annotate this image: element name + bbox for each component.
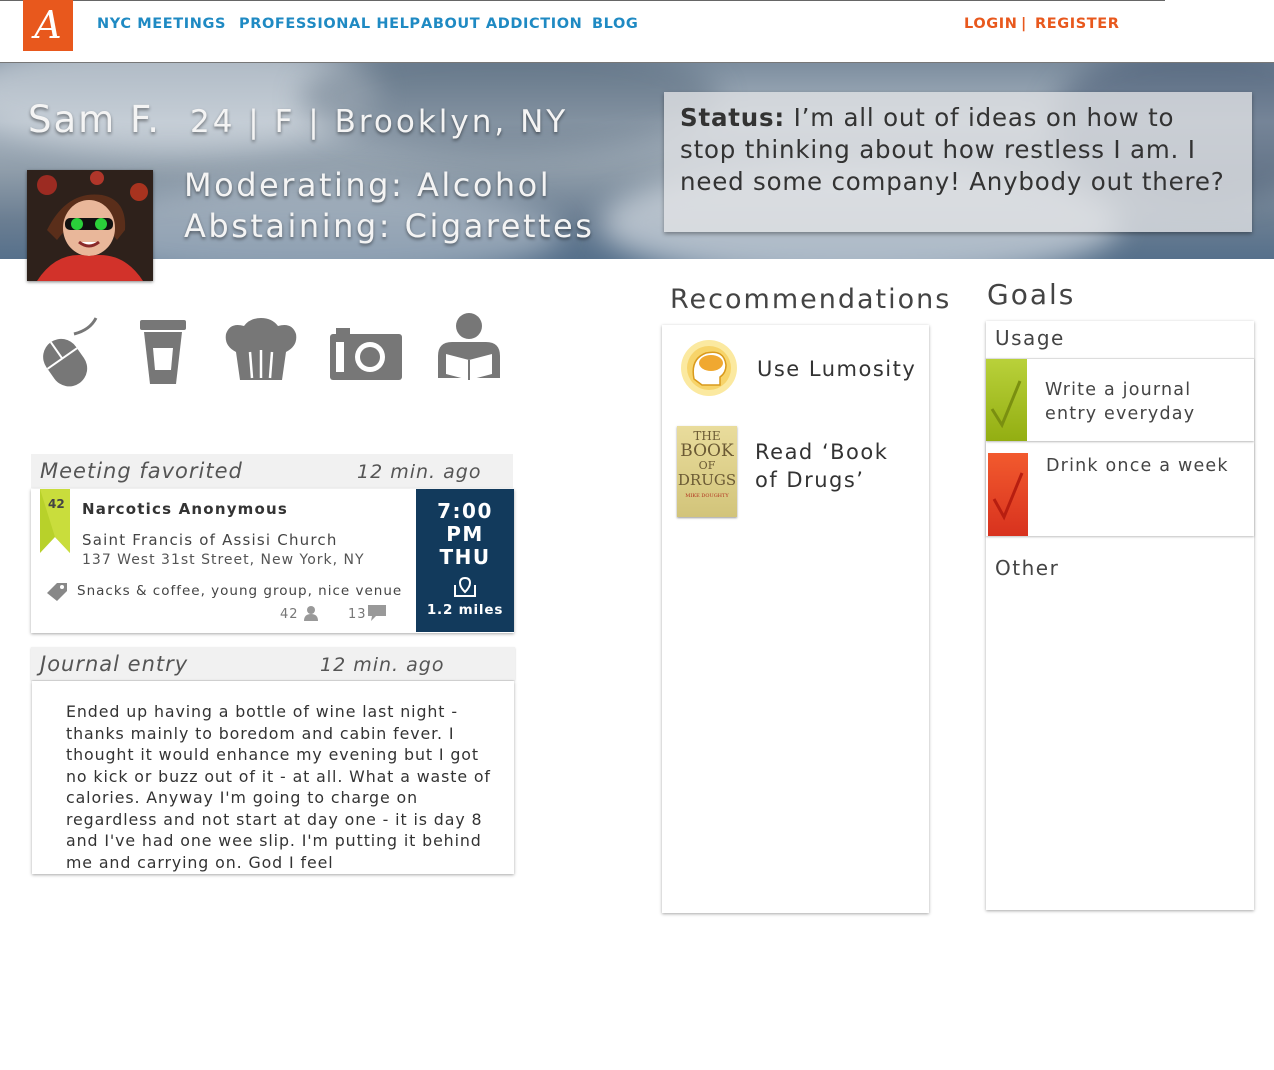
journal-card-time-ago: 12 min. ago: [320, 654, 445, 676]
top-border: [0, 0, 1165, 1]
person-icon: [303, 605, 319, 625]
camera-icon: [330, 328, 402, 386]
profile-name: Sam F.: [28, 98, 162, 141]
journal-card-title: Journal entry: [40, 652, 189, 676]
goal-status-done: [986, 359, 1027, 441]
checkmark-icon: [990, 380, 1022, 429]
goal-item-journal[interactable]: Write a journal entry everyday: [986, 358, 1254, 441]
goal-journal-label: Write a journal entry everyday: [1045, 380, 1196, 424]
journal-entry-text: Ended up having a bottle of wine last ni…: [66, 702, 491, 872]
tag-icon: [47, 583, 67, 605]
journal-card[interactable]: Ended up having a bottle of wine last ni…: [32, 681, 514, 874]
comment-count: 13: [348, 607, 367, 622]
coffee-cup-icon: [138, 318, 188, 390]
goal-status-missed: [988, 453, 1028, 536]
meeting-day: THU: [439, 545, 491, 569]
meeting-venue: Saint Francis of Assisi Church: [82, 531, 338, 549]
nav-link-professional-help[interactable]: PROFESSIONAL HELP: [239, 16, 421, 32]
meeting-card-time-ago: 12 min. ago: [357, 461, 482, 483]
chef-hat-icon: [224, 318, 298, 386]
mouse-icon: [34, 316, 102, 392]
status-label: Status:: [680, 103, 786, 132]
auth-separator: |: [1021, 16, 1027, 32]
comment-icon: [368, 605, 386, 625]
recommendation-lumosity[interactable]: Use Lumosity: [757, 357, 916, 381]
goals-panel: Usage Write a journal entry everyday Dri…: [986, 321, 1254, 910]
meeting-card-header: Meeting favorited 12 min. ago: [31, 454, 513, 488]
bookmark-count: 42: [48, 497, 65, 511]
recommendations-panel: Use Lumosity THE BOOK OF DRUGS MIKE DOUG…: [662, 325, 929, 913]
checkmark-icon: [992, 472, 1024, 521]
meeting-distance: 1.2 miles: [426, 602, 504, 618]
meeting-title[interactable]: Narcotics Anonymous: [82, 500, 288, 518]
goals-title: Goals: [987, 278, 1076, 311]
book-cover-title-4: DRUGS: [677, 471, 737, 489]
book-cover-author: MIKE DOUGHTY: [685, 493, 729, 499]
attendee-count: 42: [280, 607, 299, 622]
avatar[interactable]: [27, 170, 153, 281]
nav-link-nyc-meetings[interactable]: NYC MEETINGS: [97, 16, 226, 32]
status-message: Status: I’m all out of ideas on how to s…: [664, 92, 1252, 232]
journal-card-header: Journal entry 12 min. ago: [31, 647, 515, 680]
map-pin-icon: [416, 576, 514, 601]
abstaining-substance: Abstaining: Cigarettes: [184, 207, 595, 245]
meeting-time: 7:00: [437, 499, 493, 523]
meeting-tags: Snacks & coffee, young group, nice venue: [77, 583, 403, 599]
goals-usage-label: Usage: [995, 326, 1065, 350]
reading-person-icon: [432, 312, 506, 386]
goals-other-label: Other: [995, 556, 1060, 580]
meeting-time-block[interactable]: 7:00 PM THU 1.2 miles: [416, 489, 514, 632]
book-cover-icon: THE BOOK OF DRUGS MIKE DOUGHTY: [677, 426, 737, 517]
nav-link-blog[interactable]: BLOG: [592, 16, 638, 32]
recommendation-book[interactable]: Read ‘Book of Drugs’: [755, 438, 915, 494]
profile-meta: 24 | F | Brooklyn, NY: [190, 104, 569, 140]
meeting-card[interactable]: 42 Narcotics Anonymous Saint Francis of …: [31, 489, 514, 633]
nav-link-about-addiction[interactable]: ABOUT ADDICTION: [421, 16, 582, 32]
book-cover-title-2: BOOK: [680, 441, 734, 461]
login-link[interactable]: LOGIN: [964, 16, 1017, 32]
goal-item-drink[interactable]: Drink once a week: [986, 442, 1254, 536]
register-link[interactable]: REGISTER: [1035, 16, 1120, 32]
recommendations-title: Recommendations: [670, 284, 952, 315]
brain-head-icon: [680, 339, 738, 401]
meeting-ampm: PM: [446, 522, 484, 546]
moderating-substance: Moderating: Alcohol: [184, 166, 552, 204]
meeting-card-title: Meeting favorited: [40, 459, 243, 483]
meeting-address: 137 West 31st Street, New York, NY: [82, 552, 365, 568]
goal-drink-label: Drink once a week: [1046, 456, 1229, 476]
site-logo[interactable]: A: [23, 0, 73, 51]
